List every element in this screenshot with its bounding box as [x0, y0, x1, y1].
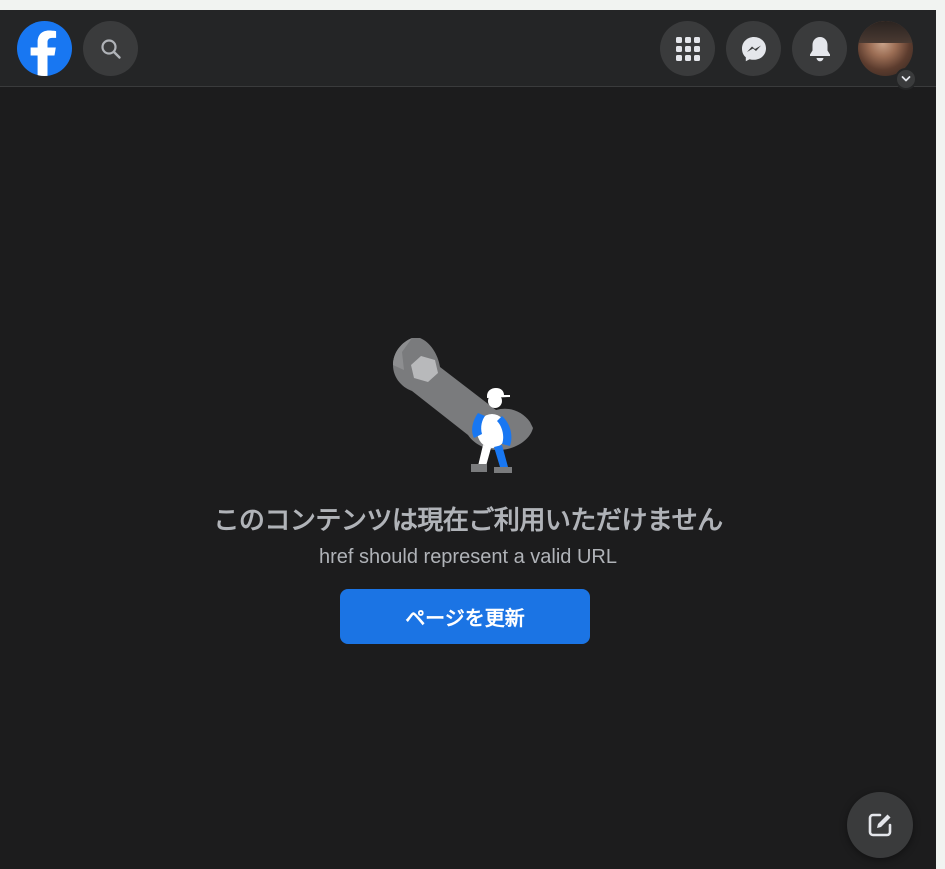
notifications-button[interactable]: [792, 21, 847, 76]
reload-page-button[interactable]: ページを更新: [340, 589, 590, 644]
grid-menu-icon: [675, 36, 700, 61]
facebook-logo-icon[interactable]: [17, 21, 72, 76]
bell-icon: [809, 36, 830, 61]
search-icon: [100, 38, 121, 59]
new-message-button[interactable]: [847, 792, 913, 858]
browser-chrome-edge: [0, 0, 945, 10]
avatar-hair: [858, 21, 913, 43]
error-message: href should represent a valid URL: [319, 546, 617, 568]
menu-button[interactable]: [660, 21, 715, 76]
app-window: このコンテンツは現在ご利用いただけません href should represe…: [0, 10, 936, 869]
browser-scrollbar-track: [936, 10, 945, 869]
account-menu-button[interactable]: [895, 68, 917, 90]
messenger-button[interactable]: [726, 21, 781, 76]
messenger-icon: [741, 36, 766, 61]
error-title: このコンテンツは現在ご利用いただけません: [213, 505, 723, 535]
maintenance-illustration-icon: [393, 338, 533, 473]
top-navigation-bar: [0, 10, 936, 90]
search-button[interactable]: [83, 21, 138, 76]
chevron-down-icon: [901, 76, 911, 82]
compose-icon: [868, 813, 892, 837]
